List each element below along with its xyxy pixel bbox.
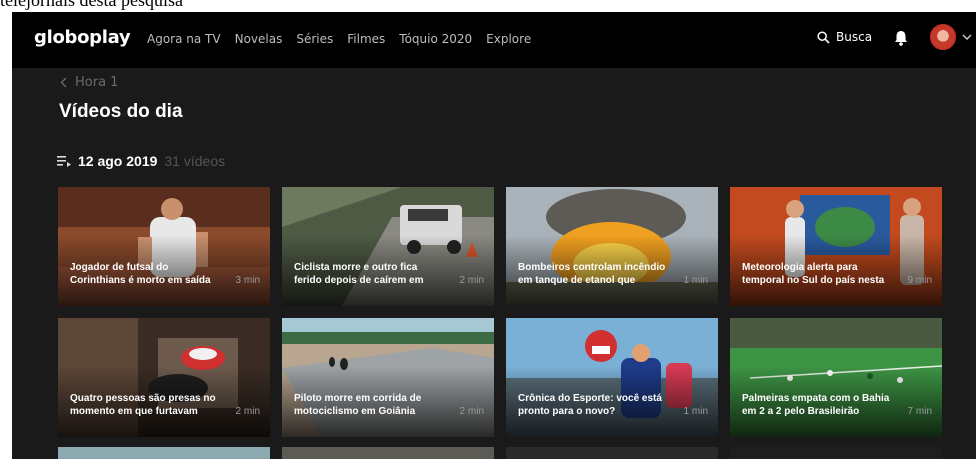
video-card[interactable]: Palmeiras empata com o Bahia em 2 a 2 pe… <box>730 318 942 437</box>
video-card[interactable]: Piloto morre em corrida de motociclismo … <box>282 318 494 437</box>
globoplay-logo[interactable]: globoplay <box>34 27 131 48</box>
card-duration: 3 min <box>235 275 260 286</box>
video-card-partial[interactable] <box>506 447 718 459</box>
breadcrumb-label: Hora 1 <box>75 75 119 90</box>
card-duration: 2 min <box>235 406 260 417</box>
card-title: Bombeiros controlam incêndio em tanque d… <box>518 262 666 286</box>
card-duration: 2 min <box>459 275 484 286</box>
card-title: Meteorologia alerta para temporal no Sul… <box>742 262 885 286</box>
playlist-icon <box>57 156 71 167</box>
bell-icon[interactable] <box>893 29 909 47</box>
page-title: Vídeos do dia <box>59 101 183 122</box>
video-card[interactable]: Crônica do Esporte: você está pronto par… <box>506 318 718 437</box>
card-title: Jogador de futsal do Corinthians é morto… <box>70 262 211 286</box>
nav-link-toquio-2020[interactable]: Tóquio 2020 <box>399 32 472 46</box>
card-duration: 9 min <box>907 275 932 286</box>
video-card[interactable]: Ciclista morre e outro fica ferido depoi… <box>282 187 494 306</box>
search-icon <box>817 30 830 44</box>
card-title: Quatro pessoas são presas no momento em … <box>70 393 216 417</box>
card-title: Crônica do Esporte: você está pronto par… <box>518 393 662 417</box>
video-card[interactable]: Bombeiros controlam incêndio em tanque d… <box>506 187 718 306</box>
video-card-partial[interactable] <box>282 447 494 459</box>
nav-link-filmes[interactable]: Filmes <box>347 32 385 46</box>
top-caption: telejornais desta pesquisa <box>0 0 183 10</box>
chevron-down-icon[interactable] <box>962 32 972 42</box>
card-duration: 1 min <box>683 406 708 417</box>
breadcrumb[interactable]: Hora 1 <box>60 75 118 90</box>
card-title: Palmeiras empata com o Bahia em 2 a 2 pe… <box>742 393 890 417</box>
video-card[interactable]: Meteorologia alerta para temporal no Sul… <box>730 187 942 306</box>
nav-link-agora-na-tv[interactable]: Agora na TV <box>147 32 221 46</box>
card-title: Piloto morre em corrida de motociclismo … <box>294 393 422 417</box>
search-label: Busca <box>836 30 873 44</box>
search-button[interactable]: Busca <box>817 30 872 44</box>
chevron-left-icon <box>60 77 67 88</box>
nav-link-explore[interactable]: Explore <box>486 32 531 46</box>
avatar[interactable] <box>930 24 956 50</box>
date-label: 12 ago 2019 <box>78 153 158 169</box>
globoplay-app: globoplay Agora na TV Novelas Séries Fil… <box>12 12 976 459</box>
card-duration: 7 min <box>907 406 932 417</box>
nav-links: Agora na TV Novelas Séries Filmes Tóquio… <box>147 32 531 46</box>
date-row: 12 ago 2019 31 vídeos <box>57 153 225 169</box>
navbar: globoplay Agora na TV Novelas Séries Fil… <box>12 12 976 68</box>
video-card[interactable]: Jogador de futsal do Corinthians é morto… <box>58 187 270 306</box>
video-count: 31 vídeos <box>164 153 226 169</box>
card-duration: 1 min <box>683 275 708 286</box>
video-card[interactable]: Quatro pessoas são presas no momento em … <box>58 318 270 437</box>
card-title: Ciclista morre e outro fica ferido depoi… <box>294 262 424 286</box>
nav-link-series[interactable]: Séries <box>296 32 333 46</box>
nav-link-novelas[interactable]: Novelas <box>235 32 283 46</box>
video-card-partial[interactable] <box>58 447 270 459</box>
video-card-partial[interactable] <box>730 447 942 459</box>
card-duration: 2 min <box>459 406 484 417</box>
